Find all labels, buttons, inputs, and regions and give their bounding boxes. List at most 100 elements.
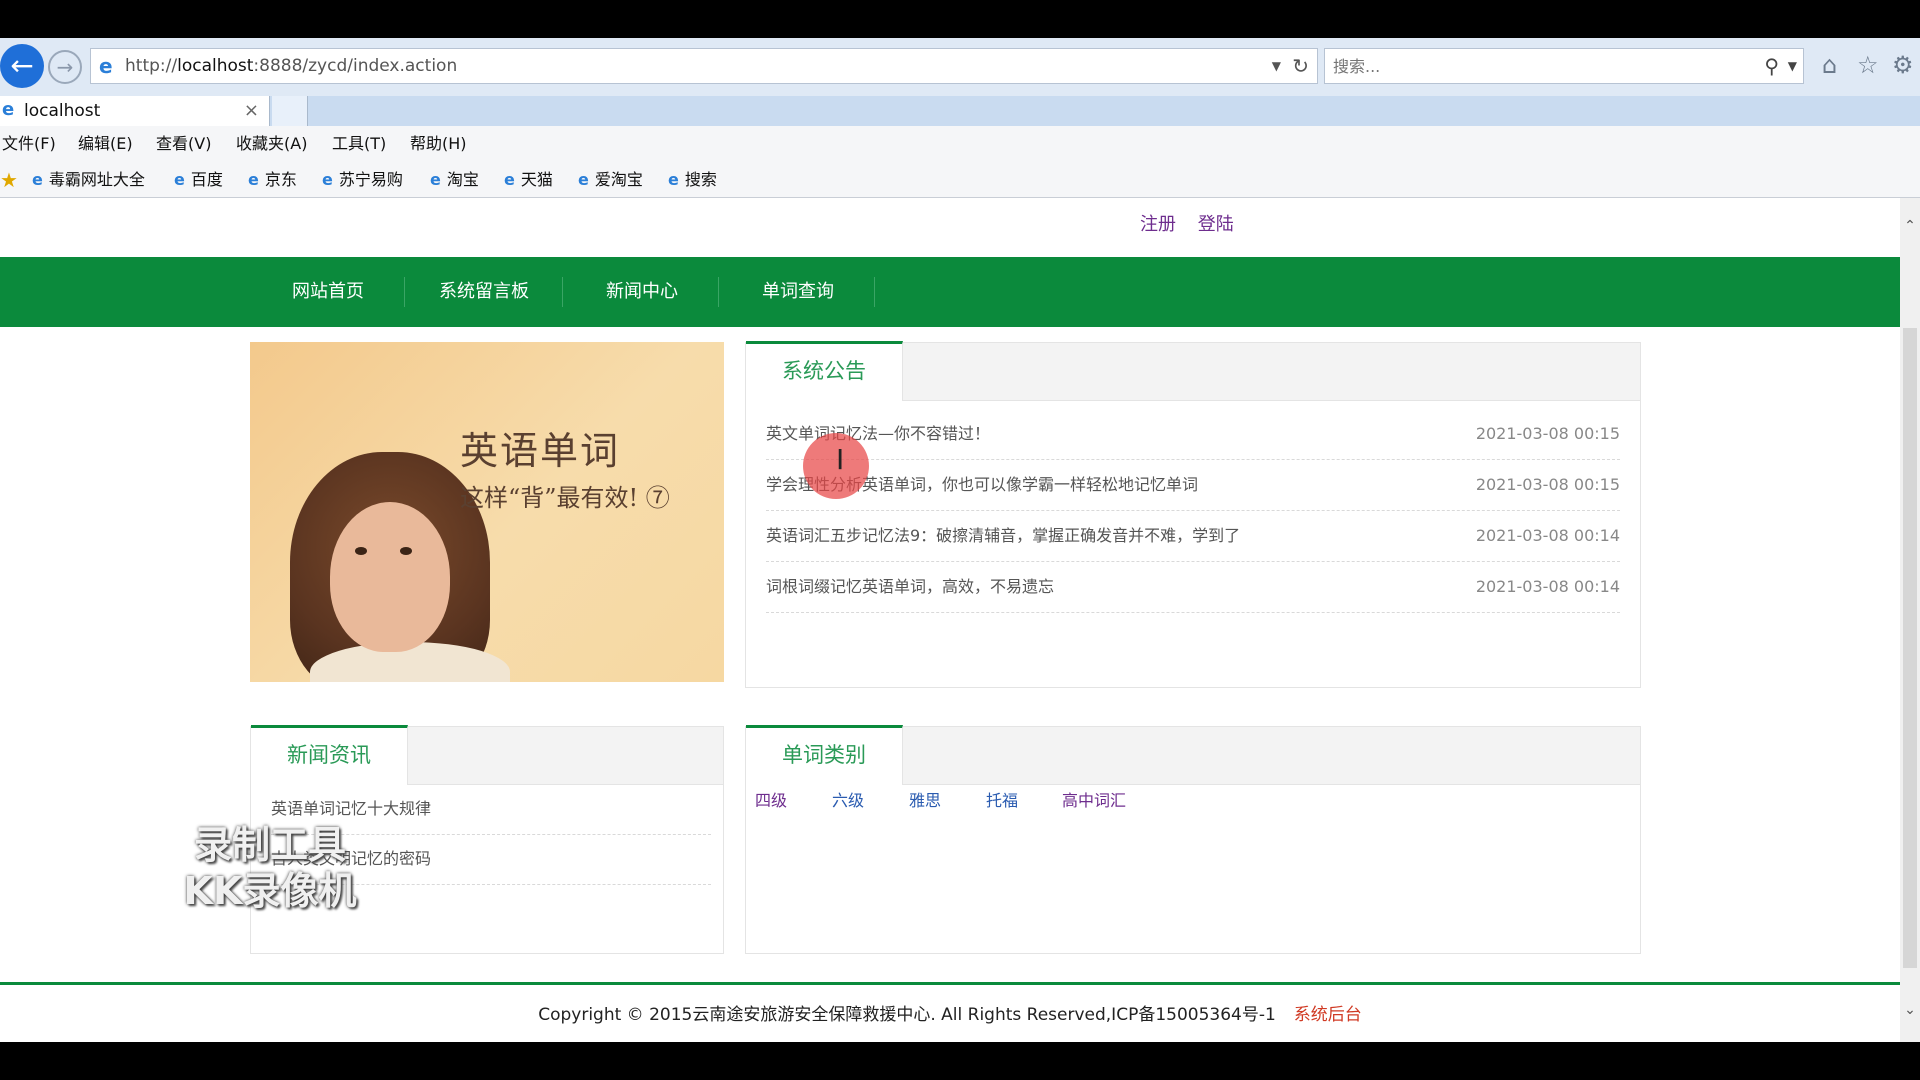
menu-edit[interactable]: 编辑(E) [78,126,133,162]
favorite-item[interactable]: e 京东 [248,162,297,198]
login-link[interactable]: 登陆 [1198,214,1234,235]
nav-news-center[interactable]: 新闻中心 [570,257,714,327]
favorite-label: 淘宝 [446,170,479,189]
search-dropdown-icon[interactable]: ▼ [1788,49,1797,83]
notice-panel-header: 系统公告 [746,341,1640,401]
category-tab[interactable]: 单词类别 [746,725,903,785]
girl-eye [400,547,412,555]
favorite-label: 搜索 [684,170,717,189]
banner-image: 英语单词 这样“背”最有效! ⑦ [250,342,724,682]
category-toefl[interactable]: 托福 [986,787,1018,811]
nav-divider [874,277,875,307]
nav-word-search[interactable]: 单词查询 [726,257,870,327]
scroll-thumb[interactable] [1903,328,1917,968]
category-highschool[interactable]: 高中词汇 [1062,787,1126,811]
notice-date: 2021-03-08 00:15 [1475,475,1620,494]
ie-icon: e [430,170,441,189]
browser-chrome: ← → e http://localhost:8888/zycd/index.a… [0,38,1920,198]
search-box[interactable]: ⚲ ▼ [1324,48,1804,84]
admin-link[interactable]: 系统后台 [1294,1005,1362,1025]
notice-title[interactable]: 英文单词记忆法—你不容错过！ [766,409,990,459]
notice-date: 2021-03-08 00:14 [1475,526,1620,545]
scroll-up-icon[interactable]: ⌃ [1900,218,1920,238]
nav-divider [404,277,405,307]
ie-icon: e [668,170,679,189]
tab-title: localhost [24,101,101,121]
category-cet4[interactable]: 四级 [755,787,787,811]
favorite-label: 百度 [190,170,223,189]
top-links: 注册 登陆 [1140,210,1250,236]
watermark-line1: 录制工具 [193,823,346,867]
footer-copyright: Copyright © 2015云南途安旅游安全保障救援中心. All Righ… [538,1005,1276,1025]
menu-bar: 文件(F) 编辑(E) 查看(V) 收藏夹(A) 工具(T) 帮助(H) [0,126,1920,162]
favorites-star-icon[interactable]: ★ [0,168,18,192]
favorite-label: 苏宁易购 [338,170,403,189]
menu-file[interactable]: 文件(F) [2,126,56,162]
news-panel-header: 新闻资讯 [251,725,723,785]
notice-title[interactable]: 词根词缀记忆英语单词，高效，不易遗忘 [766,562,1054,612]
favorite-item[interactable]: e 天猫 [504,162,553,198]
ie-icon: e [322,170,333,189]
news-tab[interactable]: 新闻资讯 [251,725,408,785]
favorite-item[interactable]: e 毒霸网址大全 [32,162,145,198]
favorite-item[interactable]: e 搜索 [668,162,717,198]
menu-favorites[interactable]: 收藏夹(A) [236,126,307,162]
ie-page-icon: e [99,54,113,78]
web-page: 注册 登陆 网站首页 系统留言板 新闻中心 单词查询 英语单词 这样“背”最有效… [0,198,1900,1042]
favorite-item[interactable]: e 百度 [174,162,223,198]
address-bar[interactable]: e http://localhost:8888/zycd/index.actio… [90,48,1318,84]
address-url[interactable]: http://localhost:8888/zycd/index.action [125,49,457,83]
search-icon[interactable]: ⚲ [1764,49,1779,83]
notice-row[interactable]: 学会理性分析英语单词，你也可以像学霸一样轻松地记忆单词 2021-03-08 0… [766,460,1620,511]
forward-button[interactable]: → [48,50,82,84]
favorites-star-icon[interactable]: ☆ [1857,50,1879,80]
refresh-icon[interactable]: ↻ [1292,49,1309,83]
search-input[interactable] [1333,49,1733,83]
vertical-scrollbar[interactable]: ⌃ ⌄ [1900,198,1920,1042]
nav-home[interactable]: 网站首页 [260,257,396,327]
favorite-label: 爱淘宝 [594,170,643,189]
category-panel: 单词类别 四级 六级 雅思 托福 高中词汇 [745,725,1641,954]
menu-tools[interactable]: 工具(T) [332,126,386,162]
girl-eye [355,547,367,555]
ie-icon: e [174,170,185,189]
banner-subtitle: 这样“背”最有效! ⑦ [460,484,670,512]
notice-date: 2021-03-08 00:15 [1475,424,1620,443]
nav-divider [562,277,563,307]
ie-icon: e [504,170,515,189]
notice-tab[interactable]: 系统公告 [746,341,903,401]
home-icon[interactable]: ⌂ [1822,50,1837,80]
tab-close-icon[interactable]: × [244,96,259,126]
gear-icon[interactable]: ⚙ [1892,50,1914,80]
favorite-label: 京东 [264,170,297,189]
nav-message-board[interactable]: 系统留言板 [412,257,556,327]
menu-view[interactable]: 查看(V) [156,126,211,162]
notice-row[interactable]: 词根词缀记忆英语单词，高效，不易遗忘 2021-03-08 00:14 [766,562,1620,613]
notice-row[interactable]: 英文单词记忆法—你不容错过！ 2021-03-08 00:15 [766,409,1620,460]
notice-row[interactable]: 英语词汇五步记忆法9：破擦清辅音，掌握正确发音并不难，学到了 2021-03-0… [766,511,1620,562]
scroll-down-icon[interactable]: ⌄ [1900,1002,1920,1022]
favorite-label: 毒霸网址大全 [48,170,145,189]
main-nav: 网站首页 系统留言板 新闻中心 单词查询 [0,257,1900,327]
register-link[interactable]: 注册 [1140,214,1176,235]
ie-icon: e [32,170,43,189]
favorite-item[interactable]: e 苏宁易购 [322,162,403,198]
favorite-item[interactable]: e 淘宝 [430,162,479,198]
category-cet6[interactable]: 六级 [832,787,864,811]
new-tab-button[interactable] [272,96,308,126]
banner-title: 英语单词 [460,429,621,473]
favorite-item[interactable]: e 爱淘宝 [578,162,643,198]
nav-divider [718,277,719,307]
menu-help[interactable]: 帮助(H) [410,126,467,162]
category-ielts[interactable]: 雅思 [909,787,941,811]
screen: ← → e http://localhost:8888/zycd/index.a… [0,0,1920,1080]
notice-date: 2021-03-08 00:14 [1475,577,1620,596]
category-panel-header: 单词类别 [746,725,1640,785]
address-dropdown-icon[interactable]: ▼ [1272,49,1281,83]
footer-divider [0,982,1900,985]
favorite-label: 天猫 [520,170,553,189]
notice-title[interactable]: 英语词汇五步记忆法9：破擦清辅音，掌握正确发音并不难，学到了 [766,511,1240,561]
browser-tab[interactable]: e localhost × [0,96,270,126]
back-button[interactable]: ← [0,44,44,88]
tab-strip: e localhost × [0,96,1920,126]
